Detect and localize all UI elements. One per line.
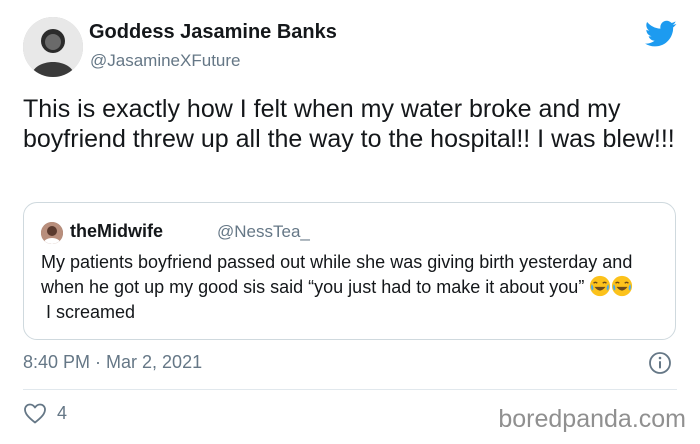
face-with-tears-of-joy-icon (590, 275, 611, 297)
like-count: 4 (57, 402, 68, 423)
face-with-tears-of-joy-icon (612, 275, 633, 297)
quoted-text-main: My patients boyfriend passed out while s… (41, 252, 633, 297)
twitter-bird-icon[interactable] (645, 20, 677, 48)
watermark: boredpanda.com (498, 405, 686, 433)
quoted-author-handle[interactable]: @NessTea_ (217, 222, 310, 242)
heart-icon (24, 403, 46, 424)
quoted-tweet-text: My patients boyfriend passed out while s… (41, 250, 671, 325)
quoted-author-name[interactable]: theMidwife (70, 221, 163, 242)
tweet-text: This is exactly how I felt when my water… (23, 95, 675, 153)
author-handle[interactable]: @JasamineXFuture (90, 51, 241, 71)
info-icon[interactable] (648, 351, 672, 375)
quoted-author-avatar[interactable] (41, 222, 63, 244)
quoted-text-tail: I screamed (41, 302, 136, 322)
like-button[interactable]: 4 (23, 402, 67, 424)
tweet-timestamp[interactable]: 8:40 PM · Mar 2, 2021 (23, 352, 202, 373)
quoted-tweet[interactable]: theMidwife @NessTea_ My patients boyfrie… (23, 202, 676, 340)
author-name[interactable]: Goddess Jasamine Banks (89, 21, 337, 44)
author-avatar[interactable] (23, 17, 83, 77)
divider (23, 389, 677, 390)
